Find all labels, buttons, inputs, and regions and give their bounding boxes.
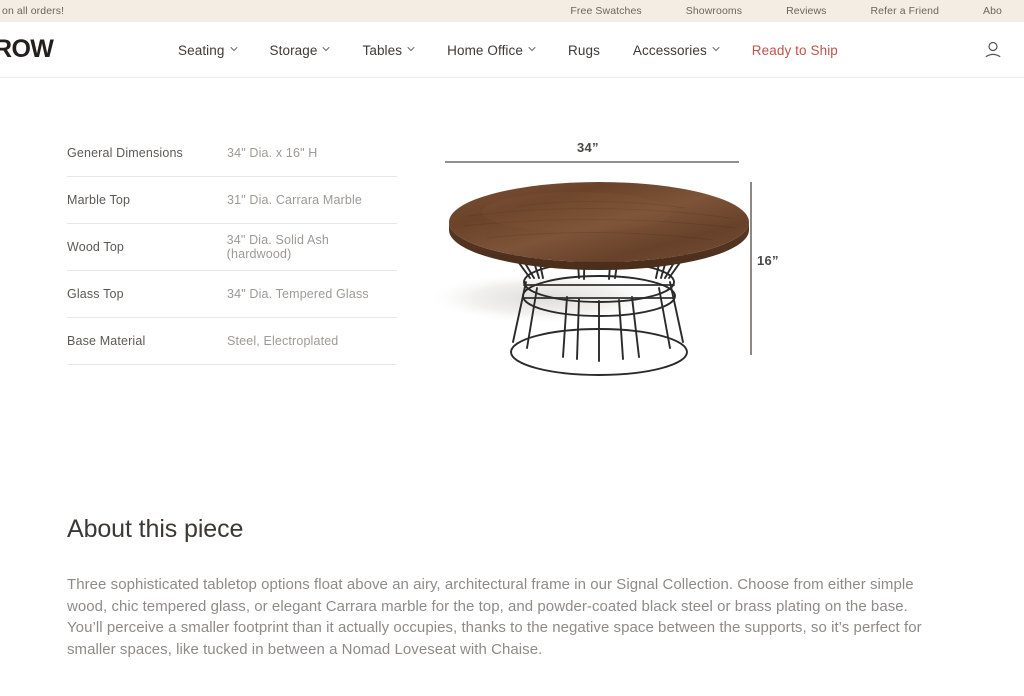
table-row: Glass Top 34" Dia. Tempered Glass <box>67 271 397 318</box>
nav-item-label: Rugs <box>568 42 600 58</box>
announcement-links: Free Swatches Showrooms Reviews Refer a … <box>548 5 1024 17</box>
chevron-down-icon <box>528 45 536 52</box>
specifications-table: General Dimensions 34" Dia. x 16" H Marb… <box>67 130 397 365</box>
nav-item-storage[interactable]: Storage <box>270 43 330 58</box>
chevron-down-icon <box>407 45 415 52</box>
table-row: Base Material Steel, Electroplated <box>67 318 397 365</box>
about-description: Three sophisticated tabletop options flo… <box>67 576 922 658</box>
announcement-text: on all orders! <box>2 5 65 17</box>
announcement-link-reviews[interactable]: Reviews <box>764 5 848 17</box>
spec-value: 31" Dia. Carrara Marble <box>227 193 363 207</box>
spec-value: 34" Dia. x 16" H <box>227 146 318 160</box>
spec-value: Steel, Electroplated <box>227 334 339 348</box>
announcement-bar: on all orders! Free Swatches Showrooms R… <box>0 0 1024 22</box>
table-row: Marble Top 31" Dia. Carrara Marble <box>67 177 397 224</box>
nav-item-accessories[interactable]: Accessories <box>632 42 720 58</box>
nav-item-label: Storage <box>269 42 318 58</box>
product-dimension-diagram: 34” 16” <box>427 130 1024 410</box>
product-detail-content: General Dimensions 34" Dia. x 16" H Marb… <box>0 78 1024 660</box>
height-dimension-label: 16” <box>757 253 779 268</box>
chevron-down-icon <box>230 45 237 52</box>
spec-label: General Dimensions <box>67 146 183 160</box>
table-row: Wood Top 34" Dia. Solid Ash (hardwood) <box>67 224 397 271</box>
nav-item-label: Seating <box>178 42 225 58</box>
announcement-link-free-swatches[interactable]: Free Swatches <box>548 5 663 17</box>
nav-item-label: Home Office <box>447 42 523 58</box>
nav-item-ready-to-ship[interactable]: Ready to Ship <box>752 43 838 58</box>
announcement-link-about[interactable]: Abo <box>961 5 1024 17</box>
width-dimension-label: 34” <box>577 140 599 155</box>
spec-label: Glass Top <box>67 287 124 301</box>
nav-item-label: Accessories <box>632 42 707 58</box>
nav-item-label: Ready to Ship <box>751 42 838 58</box>
nav-links: Seating Storage Tables Home Office Rugs <box>178 22 838 78</box>
spec-label: Wood Top <box>67 240 125 254</box>
specs-and-figure-row: General Dimensions 34" Dia. x 16" H Marb… <box>0 130 1024 410</box>
spec-value: 34" Dia. Tempered Glass <box>227 287 369 301</box>
announcement-link-showrooms[interactable]: Showrooms <box>664 5 764 17</box>
spec-value: 34" Dia. Solid Ash (hardwood) <box>226 233 330 261</box>
spec-label: Marble Top <box>67 193 131 207</box>
page-title: About this piece <box>67 515 244 543</box>
site-logo[interactable]: ROW <box>0 35 124 64</box>
chevron-down-icon <box>322 45 330 52</box>
main-navigation: ROW Seating Storage Tables Home Office R… <box>0 22 1024 78</box>
account-person-icon[interactable] <box>984 40 1002 60</box>
chevron-down-icon <box>712 45 720 52</box>
about-section: About this piece Three sophisticated tab… <box>67 515 932 660</box>
nav-item-seating[interactable]: Seating <box>178 43 237 58</box>
table-row: General Dimensions 34" Dia. x 16" H <box>67 130 397 177</box>
nav-item-tables[interactable]: Tables <box>362 42 415 58</box>
nav-item-rugs[interactable]: Rugs <box>568 43 600 58</box>
walnut-tabletop <box>449 182 749 270</box>
spec-label: Base Material <box>67 334 146 348</box>
nav-item-home-office[interactable]: Home Office <box>447 42 536 58</box>
nav-item-label: Tables <box>362 42 403 58</box>
announcement-link-refer-a-friend[interactable]: Refer a Friend <box>849 5 962 17</box>
